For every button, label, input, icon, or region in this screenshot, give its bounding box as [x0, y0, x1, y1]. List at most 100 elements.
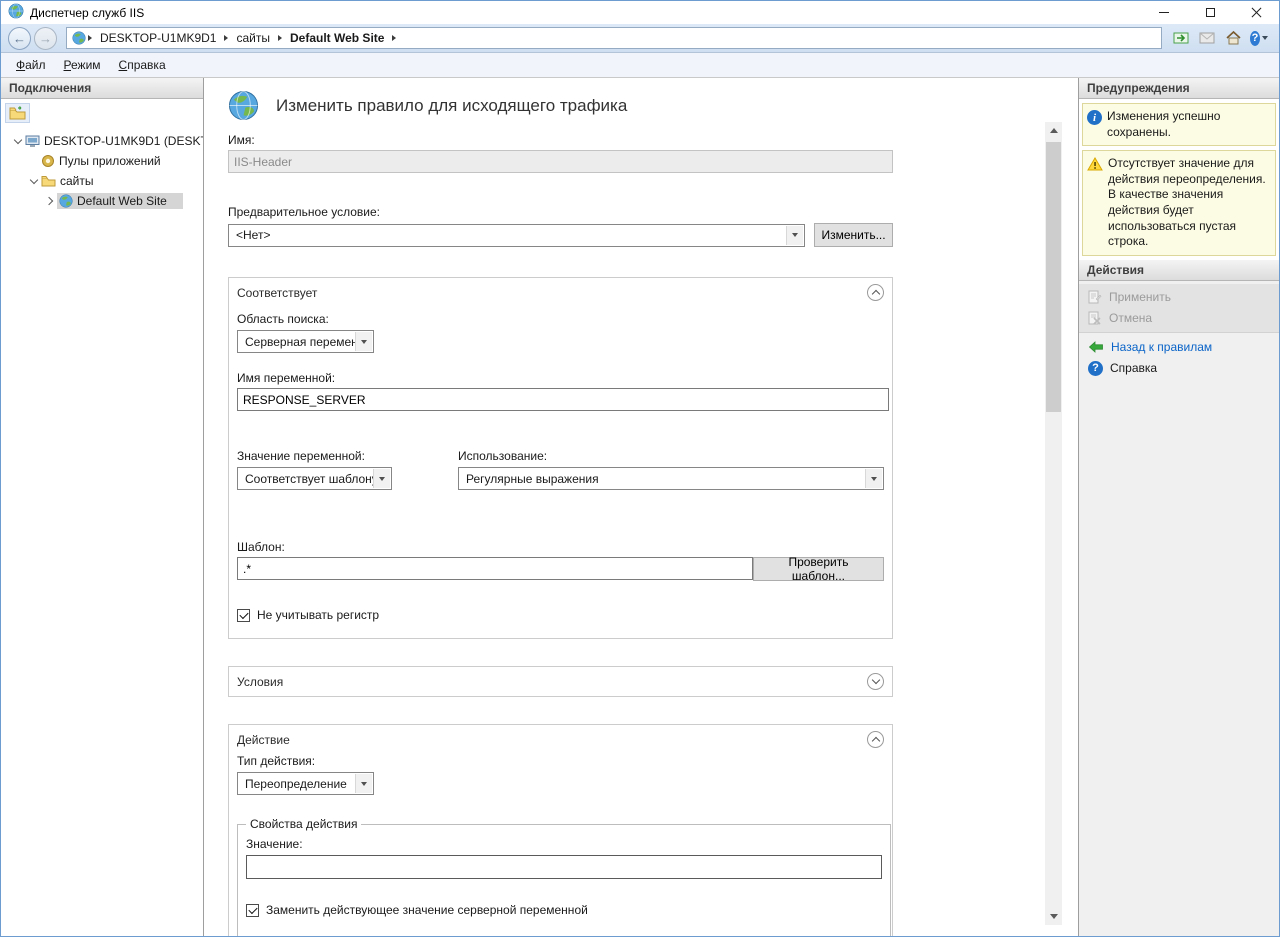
back-arrow-icon [1088, 341, 1104, 353]
back-button[interactable]: ← [8, 27, 31, 50]
title-bar: Диспетчер служб IIS [1, 1, 1279, 24]
collapse-icon[interactable] [867, 731, 884, 748]
alerts-header: Предупреждения [1079, 78, 1279, 99]
iis-manager-window: Диспетчер служб IIS ← → DESKTOP-U1MK9D1 … [0, 0, 1280, 937]
ignore-case-label: Не учитывать регистр [257, 608, 379, 622]
tree-item-sites[interactable]: сайты [1, 171, 203, 191]
using-select[interactable]: Регулярные выражения [458, 467, 884, 490]
using-label: Использование: [458, 449, 884, 463]
home-icon[interactable] [1224, 29, 1242, 47]
scope-label: Область поиска: [237, 312, 884, 326]
scroll-down-button[interactable] [1045, 908, 1062, 925]
address-bar: ← → DESKTOP-U1MK9D1 сайты Default Web Si… [1, 24, 1279, 53]
window-title: Диспетчер служб IIS [30, 6, 144, 20]
variable-value-value: Соответствует шаблону [245, 472, 378, 486]
tree-item-app-pools[interactable]: Пулы приложений [1, 151, 203, 171]
action-type-select[interactable]: Переопределение [237, 772, 374, 795]
pattern-input[interactable] [237, 557, 753, 580]
action-type-value: Переопределение [245, 777, 347, 791]
actions-header: Действия [1079, 260, 1279, 281]
selected-tree-item[interactable]: Default Web Site [57, 193, 183, 209]
folder-icon [41, 175, 56, 187]
scrollbar-thumb[interactable] [1046, 142, 1061, 412]
variable-name-input[interactable] [237, 388, 889, 411]
variable-name-label: Имя переменной: [237, 371, 884, 385]
expander-icon[interactable] [27, 179, 41, 183]
expander-icon[interactable] [11, 139, 25, 143]
action-section-header[interactable]: Действие [229, 725, 892, 754]
back-to-rules-label: Назад к правилам [1111, 340, 1212, 354]
menu-help[interactable]: Справка [110, 55, 175, 75]
expander-icon[interactable] [43, 198, 57, 204]
ignore-case-checkbox[interactable] [237, 609, 250, 622]
scope-select[interactable]: Серверная переменн [237, 330, 374, 353]
apply-icon [1088, 290, 1102, 304]
globe-icon [59, 194, 73, 208]
forward-button[interactable]: → [34, 27, 57, 50]
server-icon [25, 135, 40, 148]
menu-view[interactable]: Режим [55, 55, 110, 75]
edit-precondition-button[interactable]: Изменить... [814, 223, 893, 247]
action-properties-title: Свойства действия [246, 817, 361, 831]
match-section-header[interactable]: Соответствует [229, 278, 892, 307]
feedback-icon[interactable] [1198, 29, 1216, 47]
forward-arrow-icon: → [39, 31, 52, 46]
close-button[interactable] [1233, 1, 1279, 24]
tree-item-label: DESKTOP-U1MK9D1 (DESKTOP [44, 134, 203, 148]
variable-value-select[interactable]: Соответствует шаблону [237, 467, 392, 490]
connections-toolbar [1, 99, 203, 126]
tree-item-label: сайты [60, 174, 94, 188]
apply-label: Применить [1109, 290, 1171, 304]
cancel-button[interactable]: Отмена [1079, 308, 1279, 329]
match-section: Соответствует Область поиска: Серверная … [228, 277, 893, 639]
precondition-select[interactable]: <Нет> [228, 224, 805, 247]
conditions-section: Условия [228, 666, 893, 697]
scroll-up-icon [1050, 128, 1058, 133]
breadcrumb-item-sites[interactable]: сайты [230, 31, 276, 45]
globe-icon [72, 31, 86, 45]
chevron-down-icon [373, 469, 390, 488]
apply-button[interactable]: Применить [1079, 287, 1279, 308]
restart-icon[interactable] [1172, 29, 1190, 47]
expand-icon[interactable] [867, 673, 884, 690]
action-value-input[interactable] [246, 855, 882, 879]
vertical-scrollbar[interactable] [1045, 122, 1062, 925]
actions-pane: Применить Отмена Назад к правила [1079, 281, 1279, 936]
tree-item-default-web-site[interactable]: Default Web Site [1, 191, 203, 211]
conditions-section-title: Условия [237, 675, 283, 689]
maximize-icon [1206, 8, 1215, 17]
precondition-value: <Нет> [236, 228, 270, 242]
action-section: Действие Тип действия: Переопределение С… [228, 724, 893, 936]
replace-value-label: Заменить действующее значение серверной … [266, 903, 588, 917]
scroll-up-button[interactable] [1045, 122, 1062, 139]
menu-file[interactable]: Файл [7, 55, 55, 75]
alert-info-text: Изменения успешно сохранены. [1107, 109, 1271, 140]
minimize-button[interactable] [1141, 1, 1187, 24]
name-input[interactable] [228, 150, 893, 173]
conditions-section-header[interactable]: Условия [229, 667, 892, 696]
close-icon [1251, 7, 1262, 18]
alert-warning: Отсутствует значение для действия переоп… [1082, 150, 1276, 256]
breadcrumb-item-default-web-site[interactable]: Default Web Site [284, 31, 390, 45]
minimize-icon [1159, 12, 1169, 13]
variable-value-label: Значение переменной: [237, 449, 458, 463]
breadcrumb-item-server[interactable]: DESKTOP-U1MK9D1 [94, 31, 222, 45]
replace-value-checkbox[interactable] [246, 904, 259, 917]
help-menu-icon[interactable]: ? [1250, 29, 1268, 47]
action-type-label: Тип действия: [237, 754, 884, 768]
collapse-icon[interactable] [867, 284, 884, 301]
create-connection-button[interactable] [5, 103, 30, 123]
help-icon: ? [1088, 361, 1103, 376]
breadcrumb-separator-icon [224, 35, 228, 41]
chevron-down-icon [355, 774, 372, 793]
tree-item-server[interactable]: DESKTOP-U1MK9D1 (DESKTOP [1, 131, 203, 151]
scroll-down-icon [1050, 914, 1058, 919]
back-to-rules-link[interactable]: Назад к правилам [1079, 337, 1279, 358]
help-link[interactable]: ? Справка [1079, 358, 1279, 379]
connections-tree: DESKTOP-U1MK9D1 (DESKTOP Пулы приложений… [1, 126, 203, 936]
info-icon: i [1087, 110, 1102, 125]
folder-connection-icon [9, 106, 26, 120]
maximize-button[interactable] [1187, 1, 1233, 24]
chevron-down-icon [1262, 36, 1268, 40]
test-pattern-button[interactable]: Проверить шаблон... [753, 557, 884, 581]
